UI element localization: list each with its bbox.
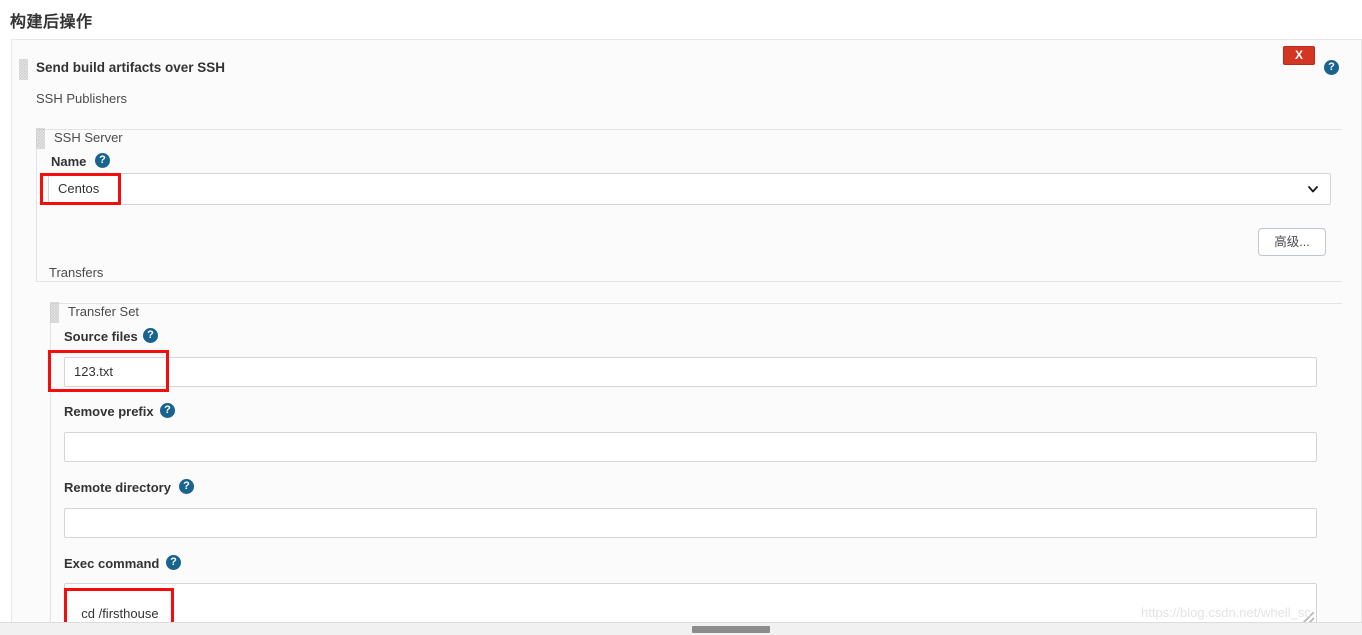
help-circle-icon-exec-command[interactable]: ? (166, 555, 181, 570)
watermark: https://blog.csdn.net/whell_sc (1141, 605, 1311, 620)
remote-directory-input[interactable] (64, 508, 1317, 538)
horizontal-scrollbar-thumb[interactable] (692, 626, 770, 633)
exec-command-label: Exec command (64, 556, 160, 571)
source-files-input[interactable]: 123.txt (64, 357, 1317, 387)
advanced-button[interactable]: 高级... (1258, 228, 1326, 256)
source-files-value: 123.txt (74, 364, 114, 379)
exec-command-textarea[interactable]: cd /firsthouse /usr/bin/git pull (64, 583, 1317, 627)
ssh-server-legend: SSH Server (51, 130, 126, 145)
drag-grip-icon-ssh-server[interactable] (36, 128, 45, 149)
help-circle-icon-name[interactable]: ? (95, 153, 110, 168)
help-circle-icon-remove-prefix[interactable]: ? (160, 403, 175, 418)
page-title: 构建后操作 (10, 14, 93, 31)
help-circle-icon-remote-directory[interactable]: ? (179, 479, 194, 494)
chevron-down-icon (1308, 186, 1318, 193)
drag-grip-icon-publisher[interactable] (19, 59, 28, 80)
ssh-publishers-label: SSH Publishers (36, 91, 128, 106)
help-circle-icon-source-files[interactable]: ? (143, 328, 158, 343)
drag-grip-icon-transfer-set[interactable] (50, 302, 59, 323)
remote-directory-label: Remote directory (64, 480, 171, 495)
publisher-title: Send build artifacts over SSH (36, 60, 226, 75)
ssh-server-name-select[interactable]: Centos (48, 173, 1331, 205)
ssh-server-box (36, 129, 1342, 282)
transfers-legend: Transfers (49, 265, 104, 280)
horizontal-scrollbar-track[interactable] (0, 622, 1362, 635)
delete-publisher-button[interactable]: X (1283, 46, 1315, 65)
ssh-server-name-value: Centos (58, 181, 100, 196)
help-circle-icon-publisher[interactable]: ? (1324, 60, 1339, 75)
transfer-set-legend: Transfer Set (65, 304, 143, 319)
name-label: Name (51, 154, 87, 169)
remove-prefix-input[interactable] (64, 432, 1317, 462)
source-files-label: Source files (64, 329, 138, 344)
remove-prefix-label: Remove prefix (64, 404, 154, 419)
